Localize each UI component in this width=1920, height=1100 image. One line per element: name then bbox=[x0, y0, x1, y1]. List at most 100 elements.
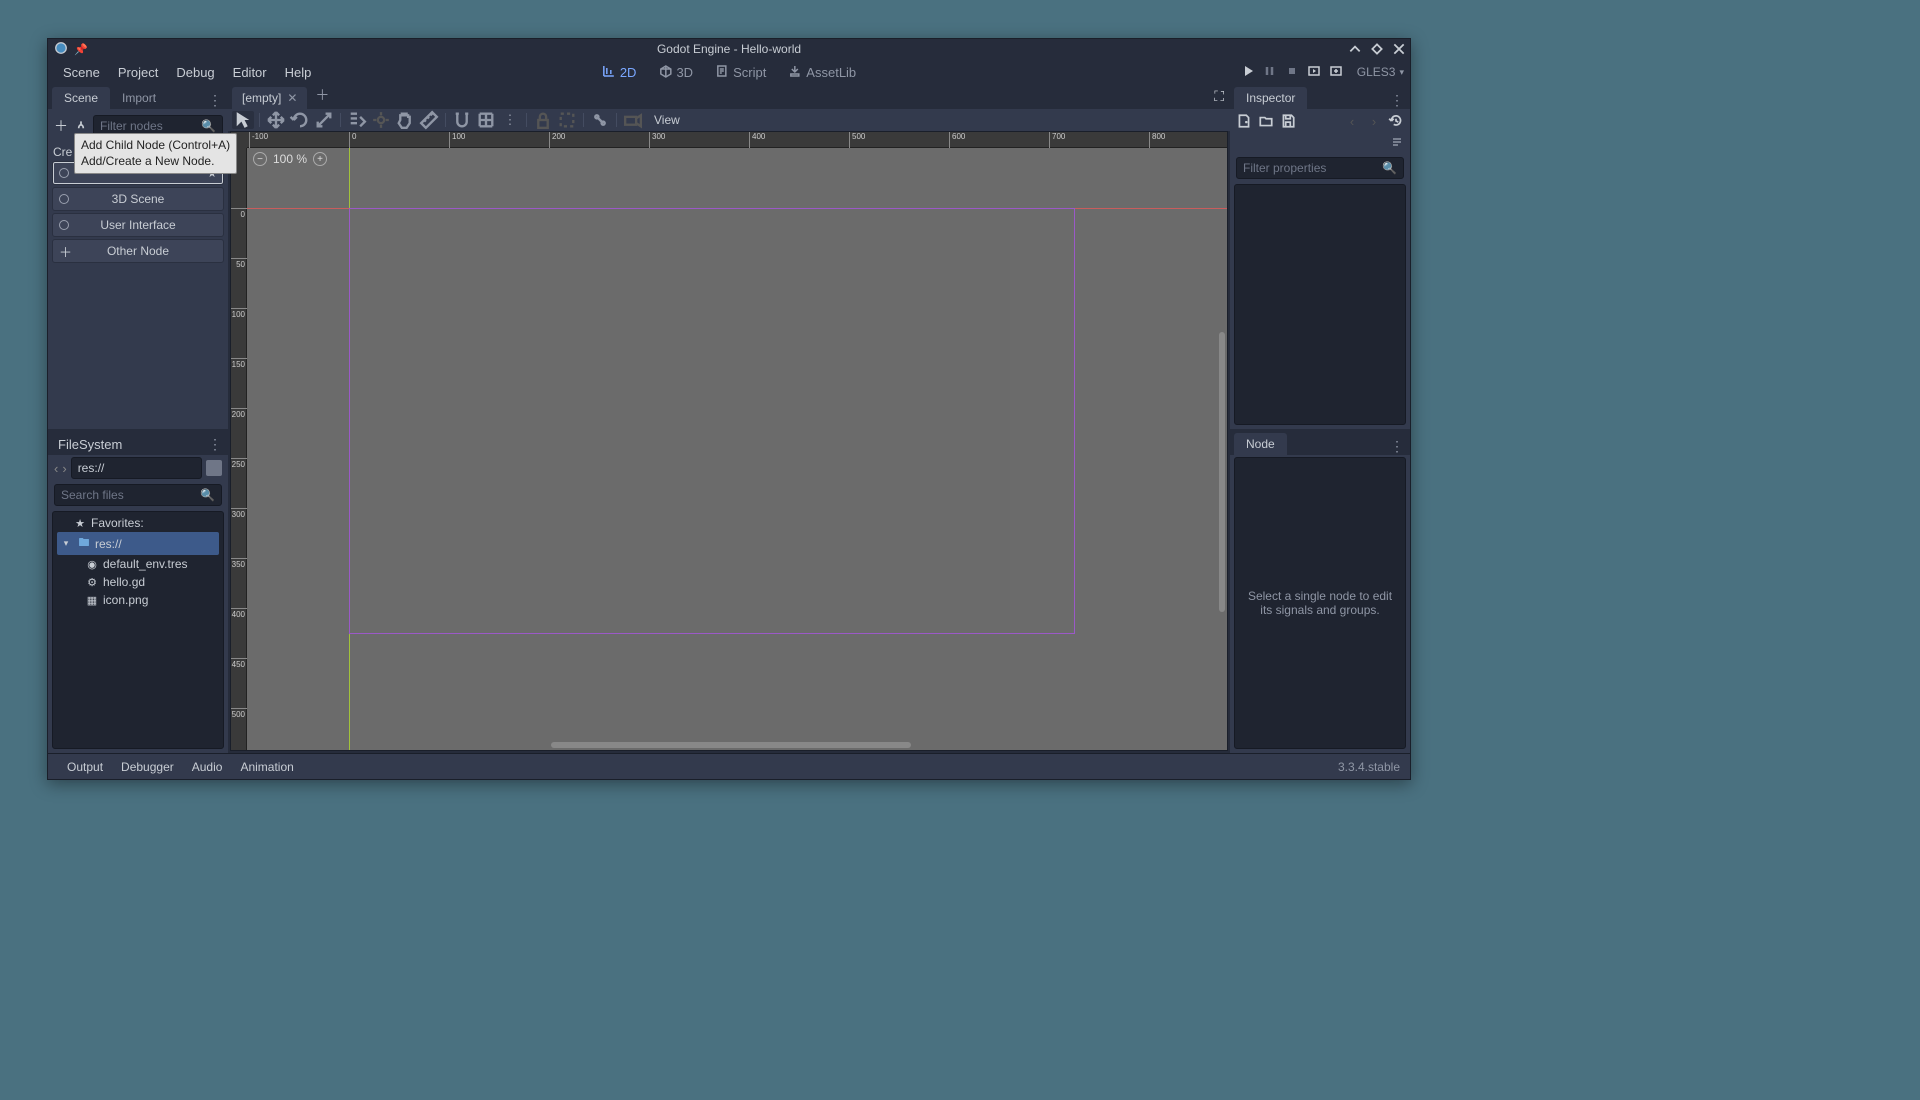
root-3d-scene[interactable]: 3D Scene bbox=[52, 187, 224, 211]
zoom-level[interactable]: 100 % bbox=[273, 152, 307, 166]
add-node-button[interactable]: ＋ bbox=[53, 118, 69, 134]
fs-path-input[interactable]: res:// bbox=[71, 457, 202, 479]
instance-scene-button[interactable] bbox=[73, 118, 89, 134]
menu-debug[interactable]: Debug bbox=[167, 61, 223, 84]
star-icon: ★ bbox=[73, 517, 87, 530]
renderer-dropdown[interactable]: GLES3 ▾ bbox=[1351, 65, 1404, 79]
history-forward-icon[interactable]: › bbox=[1366, 113, 1382, 129]
bottom-tab-debugger[interactable]: Debugger bbox=[112, 756, 183, 778]
pause-button[interactable] bbox=[1263, 64, 1277, 81]
rotate-tool[interactable] bbox=[289, 111, 311, 129]
play-button[interactable] bbox=[1241, 64, 1255, 81]
tab-inspector[interactable]: Inspector bbox=[1234, 87, 1307, 109]
save-resource-icon[interactable] bbox=[1280, 113, 1296, 129]
workspace-assetlib[interactable]: AssetLib bbox=[780, 61, 864, 84]
play-scene-button[interactable] bbox=[1307, 64, 1321, 81]
object-properties-icon[interactable] bbox=[1390, 135, 1404, 152]
fs-search-input[interactable]: Search files 🔍 bbox=[54, 484, 222, 506]
filesystem-dock-menu-icon[interactable]: ⋮ bbox=[208, 436, 222, 453]
history-back-icon[interactable]: ‹ bbox=[1344, 113, 1360, 129]
tab-import[interactable]: Import bbox=[110, 87, 168, 109]
scene-dock-menu-icon[interactable]: ⋮ bbox=[208, 92, 222, 109]
snap-options-icon[interactable]: ⋮ bbox=[499, 111, 521, 129]
grid-snap-toggle[interactable] bbox=[475, 111, 497, 129]
bottom-tab-output[interactable]: Output bbox=[58, 756, 112, 778]
inspector-dock-menu-icon[interactable]: ⋮ bbox=[1390, 92, 1404, 109]
snap-toggle[interactable] bbox=[451, 111, 473, 129]
ruler-tool[interactable] bbox=[418, 111, 440, 129]
view-dropdown[interactable]: View bbox=[646, 111, 688, 129]
image-icon: ▦ bbox=[85, 594, 99, 607]
workspace-script[interactable]: Script bbox=[707, 61, 774, 84]
fs-favorites[interactable]: ★ Favorites: bbox=[57, 514, 219, 532]
bottom-tab-audio[interactable]: Audio bbox=[183, 756, 232, 778]
pin-icon[interactable]: 📌 bbox=[74, 43, 88, 56]
stop-button[interactable] bbox=[1285, 64, 1299, 81]
inspector-body bbox=[1234, 184, 1406, 425]
add-node-tooltip: Add Child Node (Control+A) Add/Create a … bbox=[74, 133, 237, 174]
workspace-3d[interactable]: 3D bbox=[650, 61, 701, 84]
fs-root[interactable]: ▾ 🖿 res:// bbox=[57, 532, 219, 555]
history-icon[interactable] bbox=[1388, 113, 1404, 129]
fs-file-icon[interactable]: ▦ icon.png bbox=[57, 591, 219, 609]
close-button[interactable] bbox=[1392, 42, 1406, 56]
root-other-node[interactable]: ＋ Other Node bbox=[52, 239, 224, 263]
search-icon: 🔍 bbox=[1382, 161, 1397, 175]
group-tool[interactable] bbox=[556, 111, 578, 129]
menu-scene[interactable]: Scene bbox=[54, 61, 109, 84]
move-tool[interactable] bbox=[265, 111, 287, 129]
tab-scene[interactable]: Scene bbox=[52, 87, 110, 109]
node-dock-menu-icon[interactable]: ⋮ bbox=[1390, 438, 1404, 455]
filesystem-dock-tabs: FileSystem ⋮ bbox=[48, 431, 228, 455]
workspace-2d[interactable]: 2D bbox=[594, 61, 645, 84]
inspector-dock: ‹ › Filter properties 🔍 bbox=[1230, 109, 1410, 429]
play-custom-scene-button[interactable] bbox=[1329, 64, 1343, 81]
tab-node[interactable]: Node bbox=[1234, 433, 1287, 455]
fs-file-hello[interactable]: ⚙ hello.gd bbox=[57, 573, 219, 591]
lock-tool[interactable] bbox=[532, 111, 554, 129]
ruler-vertical: 050100150200250300350400450500550 bbox=[231, 148, 247, 750]
left-dock: Scene Import ⋮ ＋ Filter nodes 🔍 Add Chil… bbox=[48, 85, 228, 753]
close-tab-icon[interactable]: ✕ bbox=[287, 91, 297, 105]
skeleton-options-icon[interactable] bbox=[589, 111, 611, 129]
node-dock: Select a single node to edit its signals… bbox=[1230, 455, 1410, 753]
add-scene-tab-button[interactable]: ＋ bbox=[307, 81, 337, 109]
scene-dock create mus: Scene Import ⋮ bbox=[48, 85, 228, 109]
maximize-button[interactable] bbox=[1370, 42, 1384, 56]
chevron-down-icon: ▾ bbox=[1399, 67, 1404, 78]
pivot-tool[interactable] bbox=[370, 111, 392, 129]
window-title: Godot Engine - Hello-world bbox=[657, 42, 801, 56]
titlebar: 📌 Godot Engine - Hello-world bbox=[48, 39, 1410, 59]
list-select-tool[interactable] bbox=[346, 111, 368, 129]
root-user-interface[interactable]: User Interface bbox=[52, 213, 224, 237]
gdscript-icon: ⚙ bbox=[85, 576, 99, 589]
godot-logo-icon bbox=[54, 41, 68, 58]
zoom-in-button[interactable]: + bbox=[313, 152, 327, 166]
bottom-panel: Output Debugger Audio Animation 3.3.4.st… bbox=[48, 753, 1410, 779]
version-label[interactable]: 3.3.4.stable bbox=[1338, 760, 1400, 774]
menu-project[interactable]: Project bbox=[109, 61, 167, 84]
select-tool[interactable] bbox=[232, 111, 254, 129]
pan-tool[interactable] bbox=[394, 111, 416, 129]
right-dock: Inspector ⋮ ‹ › Filter properties bbox=[1230, 85, 1410, 753]
minimize-button[interactable] bbox=[1348, 42, 1362, 56]
menu-editor[interactable]: Editor bbox=[224, 61, 276, 84]
distraction-free-icon[interactable]: ⛶ bbox=[1214, 88, 1224, 105]
load-resource-icon[interactable] bbox=[1258, 113, 1274, 129]
fs-forward-button[interactable]: › bbox=[62, 461, 66, 476]
scale-tool[interactable] bbox=[313, 111, 335, 129]
viewport-scrollbar-vertical[interactable] bbox=[1219, 332, 1225, 612]
fs-view-toggle-icon[interactable] bbox=[206, 460, 222, 476]
2d-viewport[interactable]: -100010020030040050060070080090010001100… bbox=[230, 131, 1228, 751]
bottom-tab-animation[interactable]: Animation bbox=[231, 756, 302, 778]
new-resource-icon[interactable] bbox=[1236, 113, 1252, 129]
override-camera-icon[interactable] bbox=[622, 111, 644, 129]
scene-tab-empty[interactable]: [empty] ✕ bbox=[232, 87, 307, 109]
zoom-out-button[interactable]: − bbox=[253, 152, 267, 166]
filter-properties-input[interactable]: Filter properties 🔍 bbox=[1236, 157, 1404, 179]
scene-tabs: [empty] ✕ ＋ ⛶ bbox=[228, 85, 1230, 109]
fs-back-button[interactable]: ‹ bbox=[54, 461, 58, 476]
2d-icon bbox=[602, 64, 616, 81]
fs-file-default-env[interactable]: ◉ default_env.tres bbox=[57, 555, 219, 573]
viewport-scrollbar-horizontal[interactable] bbox=[551, 742, 911, 748]
